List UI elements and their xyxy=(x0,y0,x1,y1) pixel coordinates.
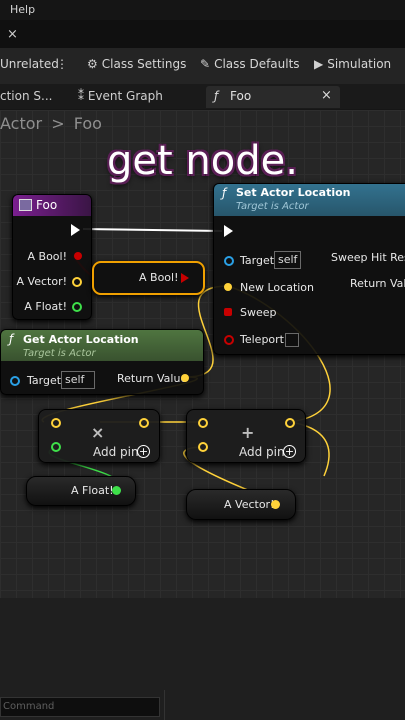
function-icon: ƒ xyxy=(9,332,14,346)
get-float-node[interactable]: A Float! xyxy=(26,476,136,506)
add-pin-icon[interactable]: + xyxy=(137,445,150,458)
overlay-caption: get node. xyxy=(107,138,298,184)
set-location-title: Set Actor Location xyxy=(236,186,351,199)
add-node[interactable]: + Add pin + xyxy=(186,409,306,463)
event-graph-label: Event Graph xyxy=(87,89,163,103)
function-icon: ƒ xyxy=(222,186,227,200)
bool-pin[interactable] xyxy=(74,252,82,260)
class-defaults-button[interactable]: ✎ Class Defaults xyxy=(200,57,300,71)
close-foo-tab-icon[interactable]: × xyxy=(321,88,332,103)
teleport-pin[interactable] xyxy=(224,335,234,345)
close-tab-icon[interactable]: × xyxy=(7,27,18,42)
multiply-node[interactable]: × Add pin + xyxy=(38,409,160,463)
more-options-icon[interactable]: ⋮ xyxy=(56,57,68,71)
exec-in-pin[interactable] xyxy=(224,225,233,237)
foo-node-title: Foo xyxy=(36,198,58,212)
vector-out-pin[interactable] xyxy=(271,500,280,509)
unrelated-button[interactable]: Unrelated xyxy=(0,57,59,71)
vector-pin[interactable] xyxy=(72,277,82,287)
target-field[interactable]: self xyxy=(274,251,302,269)
add-output-pin[interactable] xyxy=(285,418,295,428)
event-graph-icon: ⁑ xyxy=(78,89,84,103)
simulation-icon: ▶ xyxy=(314,57,324,71)
pin-label-vector: A Vector! xyxy=(16,275,67,288)
sweep-hit-label: Sweep Hit Result xyxy=(331,251,405,264)
menu-help[interactable]: Help xyxy=(10,3,35,16)
status-divider xyxy=(164,690,165,720)
add-input-b-pin[interactable] xyxy=(198,442,208,452)
return-value-label: Return Value xyxy=(350,277,405,290)
set-actor-location-node[interactable]: ƒ Set Actor Location Target is Actor Tar… xyxy=(213,183,405,355)
teleport-checkbox[interactable] xyxy=(285,333,299,347)
get-vector-label: A Vector! xyxy=(224,498,275,511)
get-actor-location-node[interactable]: ƒ Get Actor Location Target is Actor Tar… xyxy=(0,329,204,395)
get-bool-node[interactable]: A Bool! xyxy=(92,261,205,295)
float-pin[interactable] xyxy=(72,302,82,312)
foo-node-header: Foo xyxy=(13,195,91,216)
get-float-label: A Float! xyxy=(71,484,114,497)
target-label: Target xyxy=(240,254,275,267)
function-icon: ƒ xyxy=(214,89,219,103)
get-location-header: ƒ Get Actor Location Target is Actor xyxy=(1,330,203,361)
new-location-label: New Location xyxy=(240,281,315,294)
teleport-label: Teleport xyxy=(240,333,284,346)
target-pin[interactable] xyxy=(10,376,20,386)
class-defaults-icon: ✎ xyxy=(200,57,211,71)
menu-bar: Help xyxy=(0,0,405,20)
mult-input-a-pin[interactable] xyxy=(51,418,61,428)
class-settings-button[interactable]: ⚙ Class Settings xyxy=(87,57,186,71)
tab-foo[interactable]: ƒ Foo × xyxy=(206,86,340,108)
plus-icon: + xyxy=(241,423,255,442)
class-settings-label: Class Settings xyxy=(101,57,187,71)
function-entry-icon xyxy=(19,199,32,211)
command-input[interactable]: Command xyxy=(0,697,160,717)
gear-icon: ⚙ xyxy=(87,57,98,71)
document-tab-strip xyxy=(0,20,405,48)
tab-event-graph[interactable]: ⁑ Event Graph xyxy=(78,89,163,103)
blueprint-toolbar: Unrelated ⋮ ⚙ Class Settings ✎ Class Defau… xyxy=(0,48,405,85)
get-bool-label: A Bool! xyxy=(139,271,179,284)
sweep-pin[interactable] xyxy=(224,308,232,316)
set-location-subtitle: Target is Actor xyxy=(236,201,309,212)
get-location-title: Get Actor Location xyxy=(23,333,139,346)
simulation-button[interactable]: ▶ Simulation xyxy=(314,57,391,71)
target-field[interactable]: self xyxy=(61,371,95,389)
exec-out-pin[interactable] xyxy=(71,224,80,236)
foo-entry-node[interactable]: Foo A Bool! A Vector! A Float! xyxy=(12,194,92,320)
return-value-label: Return Value xyxy=(117,372,188,385)
unrelated-label: Unrelated xyxy=(0,57,59,71)
tab-function[interactable]: ction S... xyxy=(0,89,52,103)
bool-out-pin[interactable] xyxy=(181,273,189,283)
graph-tabs: ction S... ⁑ Event Graph xyxy=(0,85,405,109)
add-input-a-pin[interactable] xyxy=(198,418,208,428)
class-defaults-label: Class Defaults xyxy=(214,57,300,71)
mult-input-b-pin[interactable] xyxy=(51,442,61,452)
get-vector-node[interactable]: A Vector! xyxy=(186,489,296,520)
pin-label-float: A Float! xyxy=(24,300,67,313)
target-pin[interactable] xyxy=(224,256,234,266)
get-location-subtitle: Target is Actor xyxy=(23,348,96,359)
new-location-pin[interactable] xyxy=(224,283,232,291)
add-pin-label[interactable]: Add pin xyxy=(239,445,285,459)
simulation-label: Simulation xyxy=(327,57,392,71)
return-value-pin[interactable] xyxy=(181,374,189,382)
pin-label-bool: A Bool! xyxy=(27,250,68,263)
sweep-label: Sweep xyxy=(240,306,277,319)
float-out-pin[interactable] xyxy=(112,486,121,495)
target-label: Target xyxy=(27,374,62,387)
mult-output-pin[interactable] xyxy=(139,418,149,428)
multiply-icon: × xyxy=(91,423,105,442)
tab-foo-label: Foo xyxy=(230,89,252,103)
exec-wire xyxy=(82,228,223,232)
add-pin-icon[interactable]: + xyxy=(283,445,296,458)
add-pin-label[interactable]: Add pin xyxy=(93,445,139,459)
set-location-header: ƒ Set Actor Location Target is Actor xyxy=(214,184,405,216)
